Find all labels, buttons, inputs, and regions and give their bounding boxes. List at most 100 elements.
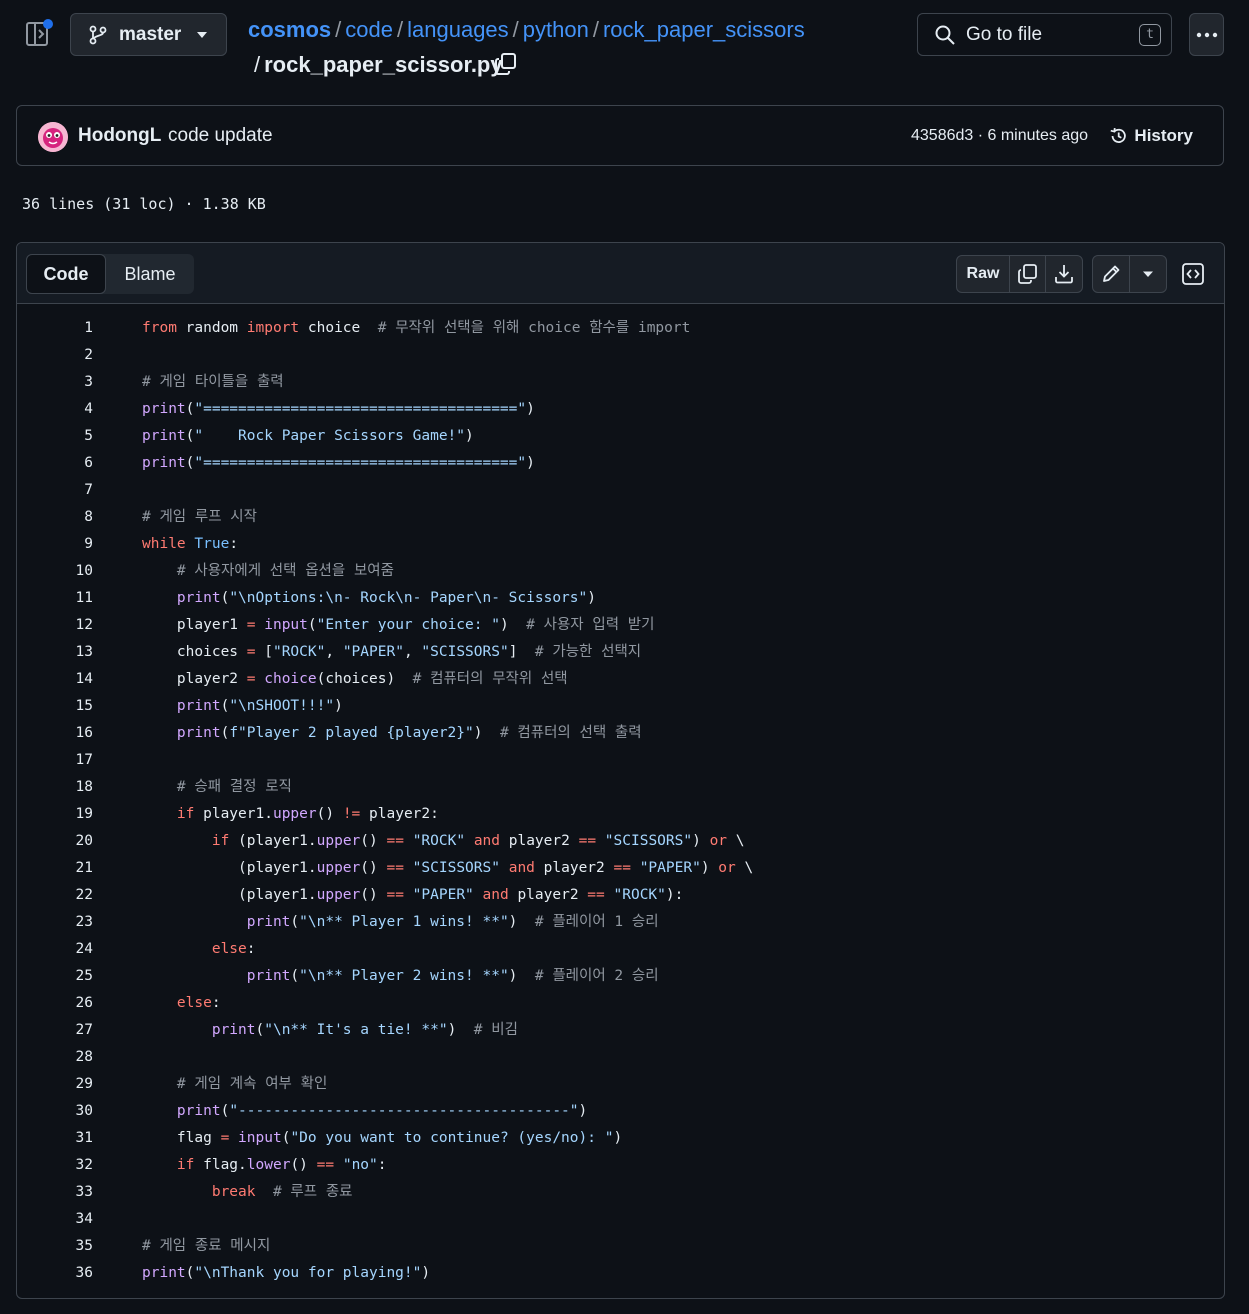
line-number[interactable]: 27 bbox=[17, 1017, 93, 1044]
tab-code[interactable]: Code bbox=[26, 254, 106, 294]
breadcrumb-link-folder[interactable]: rock_paper_scissors bbox=[603, 17, 805, 42]
line-number[interactable]: 30 bbox=[17, 1098, 93, 1125]
line-number[interactable]: 19 bbox=[17, 801, 93, 828]
line-content: print("=================================… bbox=[142, 401, 535, 417]
line-number[interactable]: 9 bbox=[17, 531, 93, 558]
more-options-button[interactable] bbox=[1189, 13, 1224, 56]
line-content: else: bbox=[211, 941, 256, 957]
line-content: # 게임 종료 메시지 bbox=[142, 1238, 271, 1254]
breadcrumb-separator: / bbox=[397, 17, 404, 42]
commit-hash-time[interactable]: 43586d3 · 6 minutes ago bbox=[911, 127, 1088, 145]
line-number[interactable]: 7 bbox=[17, 477, 93, 504]
breadcrumb-link-code[interactable]: code bbox=[345, 17, 393, 42]
commit-message[interactable]: code update bbox=[168, 125, 273, 147]
code-line: 11 print("\nOptions:\n- Rock\n- Paper\n-… bbox=[17, 585, 1224, 612]
symbols-panel-button[interactable] bbox=[1180, 261, 1206, 287]
code-line: 7 bbox=[17, 477, 1224, 504]
line-number[interactable]: 17 bbox=[17, 747, 93, 774]
line-content: print(f"Player 2 played {player2}") # 컴퓨… bbox=[176, 725, 642, 741]
copy-path-button[interactable] bbox=[494, 52, 518, 76]
code-line: 17 bbox=[17, 747, 1224, 774]
line-number[interactable]: 6 bbox=[17, 450, 93, 477]
code-line: 33 break # 루프 종료 bbox=[17, 1179, 1224, 1206]
line-number[interactable]: 18 bbox=[17, 774, 93, 801]
line-content: else: bbox=[176, 995, 221, 1011]
line-number[interactable]: 36 bbox=[17, 1260, 93, 1287]
line-number[interactable]: 29 bbox=[17, 1071, 93, 1098]
kebab-horizontal-icon bbox=[1196, 32, 1217, 37]
line-number[interactable]: 1 bbox=[17, 315, 93, 342]
go-to-file-input[interactable]: Go to file t bbox=[917, 13, 1172, 56]
code-line: 24 else: bbox=[17, 936, 1224, 963]
line-content: print("=================================… bbox=[142, 455, 535, 471]
breadcrumb-link-languages[interactable]: languages bbox=[407, 17, 509, 42]
breadcrumb-separator: / bbox=[254, 52, 261, 77]
sidebar-toggle-button[interactable] bbox=[24, 18, 56, 50]
line-content: print("\n** Player 1 wins! **") # 플레이어 1… bbox=[246, 914, 659, 930]
line-number[interactable]: 8 bbox=[17, 504, 93, 531]
line-number[interactable]: 15 bbox=[17, 693, 93, 720]
line-content: while True: bbox=[142, 536, 239, 552]
caret-down-icon bbox=[197, 31, 208, 38]
line-number[interactable]: 2 bbox=[17, 342, 93, 369]
avatar[interactable] bbox=[38, 122, 68, 152]
history-label: History bbox=[1134, 126, 1193, 145]
code-line: 26 else: bbox=[17, 990, 1224, 1017]
caret-down-icon bbox=[1143, 271, 1153, 277]
edit-options-button[interactable] bbox=[1129, 255, 1167, 293]
line-number[interactable]: 35 bbox=[17, 1233, 93, 1260]
line-number[interactable]: 34 bbox=[17, 1206, 93, 1233]
sidebar-expand-icon bbox=[26, 19, 53, 46]
shortcut-key-badge: t bbox=[1139, 24, 1161, 46]
code-line: 32 if flag.lower() == "no": bbox=[17, 1152, 1224, 1179]
line-number[interactable]: 11 bbox=[17, 585, 93, 612]
code-line: 27 print("\n** It's a tie! **") # 비김 bbox=[17, 1017, 1224, 1044]
line-content: # 사용자에게 선택 옵션을 보여줌 bbox=[176, 563, 394, 579]
code-square-icon bbox=[1182, 263, 1204, 285]
code-line: 3 # 게임 타이틀을 출력 bbox=[17, 369, 1224, 396]
line-number[interactable]: 21 bbox=[17, 855, 93, 882]
line-number[interactable]: 26 bbox=[17, 990, 93, 1017]
tab-blame[interactable]: Blame bbox=[106, 254, 194, 294]
line-number[interactable]: 3 bbox=[17, 369, 93, 396]
line-number[interactable]: 13 bbox=[17, 639, 93, 666]
line-content: print("\nOptions:\n- Rock\n- Paper\n- Sc… bbox=[176, 590, 596, 606]
line-number[interactable]: 14 bbox=[17, 666, 93, 693]
line-number[interactable]: 32 bbox=[17, 1152, 93, 1179]
line-number[interactable]: 24 bbox=[17, 936, 93, 963]
line-number[interactable]: 16 bbox=[17, 720, 93, 747]
line-number[interactable]: 28 bbox=[17, 1044, 93, 1071]
code-line: 12 player1 = input("Enter your choice: "… bbox=[17, 612, 1224, 639]
breadcrumb-link-python[interactable]: python bbox=[523, 17, 589, 42]
line-number[interactable]: 31 bbox=[17, 1125, 93, 1152]
line-number[interactable]: 4 bbox=[17, 396, 93, 423]
code-lines: 1 from random import choice # 무작위 선택을 위해 … bbox=[17, 315, 1224, 1287]
download-button[interactable] bbox=[1045, 255, 1083, 293]
line-content: if (player1.upper() == "ROCK" and player… bbox=[211, 833, 745, 849]
line-content: print("\nThank you for playing!") bbox=[142, 1265, 431, 1281]
code-line: 25 print("\n** Player 2 wins! **") # 플레이… bbox=[17, 963, 1224, 990]
code-line: 29 # 게임 계속 여부 확인 bbox=[17, 1071, 1224, 1098]
code-line: 2 bbox=[17, 342, 1224, 369]
breadcrumb-link-repo[interactable]: cosmos bbox=[248, 17, 331, 42]
line-content: print("\nSHOOT!!!") bbox=[176, 698, 343, 714]
line-content: if player1.upper() != player2: bbox=[176, 806, 439, 822]
line-number[interactable]: 22 bbox=[17, 882, 93, 909]
line-number[interactable]: 20 bbox=[17, 828, 93, 855]
line-number[interactable]: 10 bbox=[17, 558, 93, 585]
branch-selector-button[interactable]: master bbox=[70, 13, 227, 56]
line-content: print("\n** Player 2 wins! **") # 플레이어 2… bbox=[246, 968, 659, 984]
raw-button[interactable]: Raw bbox=[956, 255, 1010, 293]
line-number[interactable]: 5 bbox=[17, 423, 93, 450]
copy-raw-button[interactable] bbox=[1009, 255, 1046, 293]
code-line: 15 print("\nSHOOT!!!") bbox=[17, 693, 1224, 720]
breadcrumb-separator: / bbox=[335, 17, 342, 42]
edit-file-button[interactable] bbox=[1092, 255, 1130, 293]
history-button[interactable]: History bbox=[1109, 124, 1193, 148]
copy-icon bbox=[1017, 264, 1037, 284]
line-number[interactable]: 12 bbox=[17, 612, 93, 639]
commit-author[interactable]: HodongL bbox=[78, 125, 161, 147]
line-number[interactable]: 33 bbox=[17, 1179, 93, 1206]
line-number[interactable]: 23 bbox=[17, 909, 93, 936]
line-number[interactable]: 25 bbox=[17, 963, 93, 990]
